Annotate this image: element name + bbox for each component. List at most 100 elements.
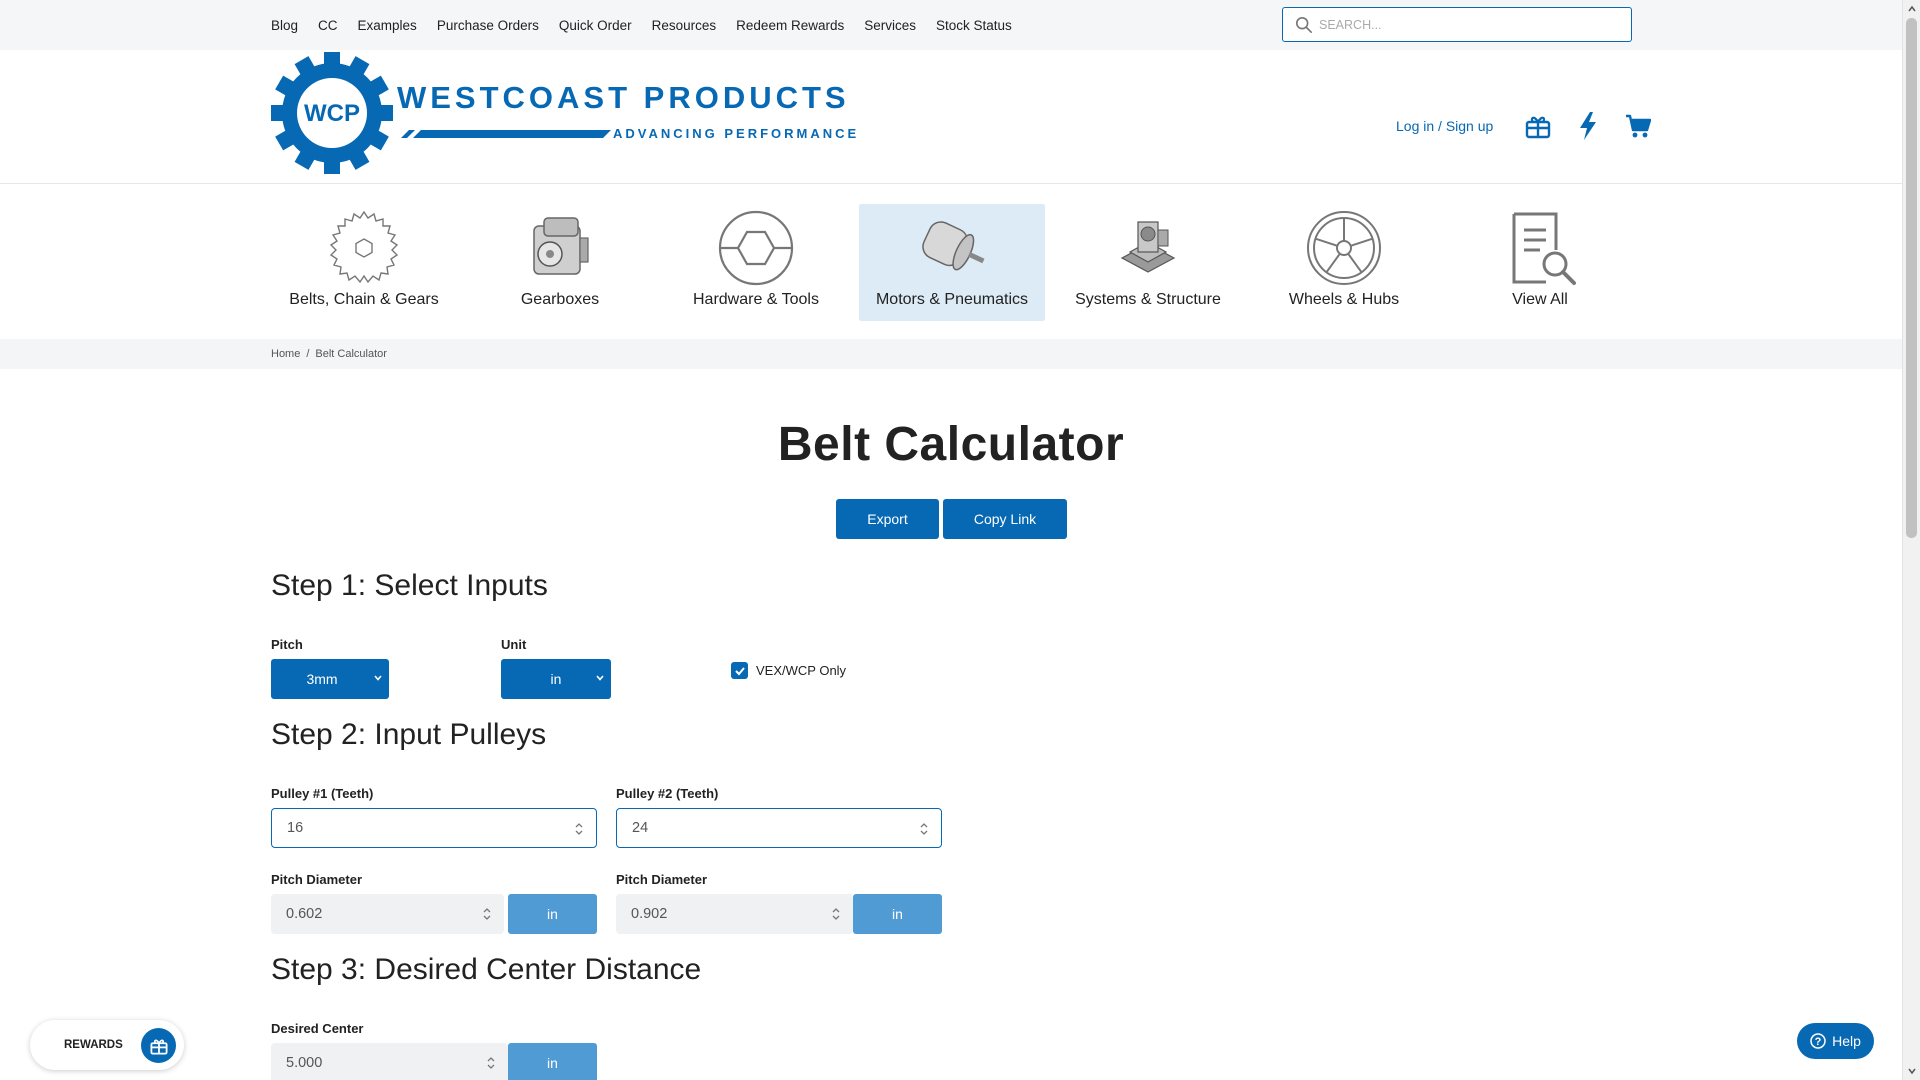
lightning-icon[interactable] — [1579, 112, 1597, 140]
gear-icon — [329, 210, 399, 284]
pitch-diameter2-label: Pitch Diameter — [616, 872, 708, 887]
category-label: View All — [1512, 291, 1568, 308]
unit-select[interactable]: in — [501, 659, 611, 699]
rewards-label: REWARDS — [64, 1039, 123, 1051]
category-belts-chain-gears[interactable]: Belts, Chain & Gears — [271, 204, 457, 321]
pitch-diameter1-value: 0.602 — [286, 906, 323, 922]
search-icon — [1295, 16, 1313, 33]
top-nav-resources[interactable]: Resources — [652, 18, 717, 33]
category-label: Motors & Pneumatics — [875, 291, 1029, 308]
desired-center-label: Desired Center — [271, 1021, 364, 1036]
top-nav-purchase-orders[interactable]: Purchase Orders — [437, 18, 539, 33]
spinner-icon[interactable] — [574, 821, 584, 837]
desired-center-input[interactable]: 5.000 — [271, 1043, 508, 1080]
svg-text:WESTCOAST PRODUCTS: WESTCOAST PRODUCTS — [397, 80, 850, 115]
document-search-icon — [1512, 212, 1576, 285]
top-nav-quick-order[interactable]: Quick Order — [559, 18, 632, 33]
account-area: Log in / Sign up — [1396, 112, 1652, 140]
pitch-diameter1-label: Pitch Diameter — [271, 872, 363, 887]
chevron-down-icon — [596, 675, 604, 681]
pulley1-teeth-value: 16 — [287, 820, 304, 836]
top-nav-blog[interactable]: Blog — [271, 18, 298, 33]
help-icon: ? — [1810, 1033, 1826, 1049]
category-nav: Belts, Chain & Gears Gearboxes Hardware … — [0, 184, 1902, 339]
pulley2-teeth-value: 24 — [632, 820, 649, 836]
pitch-diameter1-unit-button[interactable]: in — [508, 894, 597, 934]
category-wheels-hubs[interactable]: Wheels & Hubs — [1251, 204, 1437, 321]
category-systems-structure[interactable]: Systems & Structure — [1055, 204, 1241, 321]
pitch-diameter2-input[interactable]: 0.902 — [616, 894, 853, 934]
spinner-icon[interactable] — [482, 906, 492, 922]
gearbox-icon — [533, 217, 589, 275]
vex-wcp-only-label: VEX/WCP Only — [756, 663, 847, 678]
site-header: WCP WESTCOAST PRODUCTS ADVANCING PERFORM… — [0, 50, 1902, 184]
login-signup-link[interactable]: Log in / Sign up — [1396, 118, 1493, 134]
breadcrumb-home[interactable]: Home — [271, 348, 300, 360]
svg-text:?: ? — [1815, 1036, 1822, 1048]
gift-icon[interactable] — [1525, 113, 1551, 139]
svg-text:WCP: WCP — [304, 100, 360, 127]
top-nav-stock-status[interactable]: Stock Status — [936, 18, 1012, 33]
step1-heading: Step 1: Select Inputs — [271, 569, 548, 602]
motor-icon — [922, 221, 985, 271]
search-input[interactable] — [1319, 17, 1609, 32]
checkbox-checked[interactable] — [731, 662, 748, 679]
category-label: Belts, Chain & Gears — [289, 291, 439, 308]
hex-shaft-icon — [718, 210, 794, 286]
spinner-icon[interactable] — [486, 1055, 496, 1071]
step2-heading: Step 2: Input Pulleys — [271, 718, 547, 751]
wheel-icon — [1307, 211, 1381, 285]
category-label: Wheels & Hubs — [1288, 291, 1400, 308]
copy-link-button[interactable]: Copy Link — [943, 499, 1067, 539]
category-label: Gearboxes — [520, 291, 600, 308]
desired-center-unit-button[interactable]: in — [508, 1043, 597, 1080]
category-label: Hardware & Tools — [693, 291, 819, 308]
vex-wcp-only-checkbox[interactable]: VEX/WCP Only — [731, 662, 846, 679]
category-hardware-tools[interactable]: Hardware & Tools — [663, 204, 849, 321]
scroll-down-icon[interactable] — [1907, 1066, 1917, 1076]
top-utility-bar: Blog CC Examples Purchase Orders Quick O… — [0, 0, 1902, 50]
top-nav-cc[interactable]: CC — [318, 18, 338, 33]
pitch-diameter1-input[interactable]: 0.602 — [271, 894, 504, 934]
category-view-all[interactable]: View All — [1447, 204, 1633, 321]
page-title: Belt Calculator — [777, 418, 1125, 471]
pulley2-label: Pulley #2 (Teeth) — [616, 786, 719, 801]
rewards-button[interactable] — [141, 1028, 176, 1063]
pitch-select[interactable]: 3mm — [271, 659, 389, 699]
scroll-up-icon[interactable] — [1907, 4, 1917, 14]
unit-select-value: in — [550, 671, 562, 687]
pulley2-teeth-input[interactable]: 24 — [616, 808, 942, 848]
top-nav-examples[interactable]: Examples — [358, 18, 417, 33]
page: Blog CC Examples Purchase Orders Quick O… — [0, 0, 1902, 1080]
pulley1-teeth-input[interactable]: 16 — [271, 808, 597, 848]
pitch-diameter2-value: 0.902 — [631, 906, 668, 922]
spinner-icon[interactable] — [919, 821, 929, 837]
export-button[interactable]: Export — [836, 499, 939, 539]
search-box[interactable] — [1282, 7, 1632, 42]
svg-text:ADVANCING PERFORMANCE: ADVANCING PERFORMANCE — [613, 126, 859, 141]
wcp-logo-graphic: WCP WESTCOAST PRODUCTS ADVANCING PERFORM… — [271, 52, 859, 174]
cart-icon[interactable] — [1625, 113, 1652, 139]
category-label: Systems & Structure — [1075, 291, 1221, 308]
pitch-diameter2-unit-button[interactable]: in — [853, 894, 942, 934]
gift-icon — [149, 1039, 168, 1055]
breadcrumb-current: Belt Calculator — [315, 348, 387, 360]
help-button[interactable]: ? Help — [1797, 1023, 1874, 1059]
pulley1-label: Pulley #1 (Teeth) — [271, 786, 374, 801]
structure-icon — [1120, 221, 1176, 273]
spinner-icon[interactable] — [831, 906, 841, 922]
breadcrumb: Home / Belt Calculator — [0, 339, 1902, 369]
category-motors-pneumatics[interactable]: Motors & Pneumatics — [859, 204, 1045, 321]
unit-label: Unit — [501, 637, 527, 652]
category-gearboxes[interactable]: Gearboxes — [467, 204, 653, 321]
check-icon — [734, 666, 745, 675]
top-nav: Blog CC Examples Purchase Orders Quick O… — [271, 0, 1012, 50]
help-label: Help — [1832, 1033, 1861, 1049]
scrollbar-thumb[interactable] — [1906, 18, 1917, 538]
top-nav-services[interactable]: Services — [864, 18, 916, 33]
wcp-logo[interactable]: WCP WESTCOAST PRODUCTS ADVANCING PERFORM… — [271, 52, 871, 177]
vertical-scrollbar[interactable] — [1902, 0, 1920, 1080]
top-nav-redeem-rewards[interactable]: Redeem Rewards — [736, 18, 844, 33]
rewards-widget[interactable]: REWARDS — [30, 1020, 184, 1070]
step3-heading: Step 3: Desired Center Distance — [271, 953, 702, 986]
